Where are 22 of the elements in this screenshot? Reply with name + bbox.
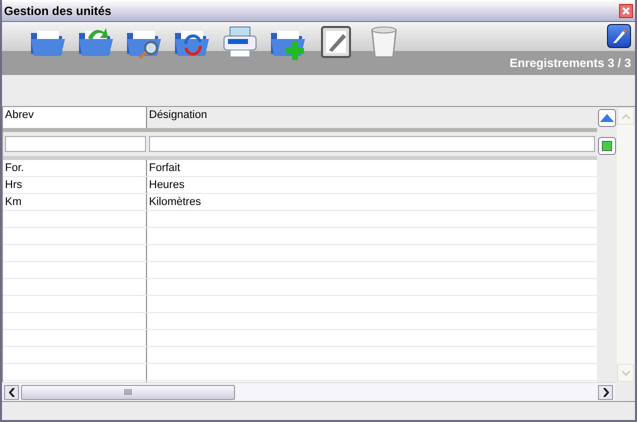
- horizontal-scrollbar[interactable]: [2, 382, 615, 401]
- column-header[interactable]: Abrev: [3, 107, 147, 128]
- grip-icon: [124, 389, 132, 395]
- table-cell-text: Forfait: [148, 161, 182, 176]
- column-header[interactable]: Désignation: [147, 107, 597, 128]
- close-icon: [621, 6, 631, 16]
- window-title: Gestion des unités: [4, 4, 112, 18]
- table-cell: Hrs: [3, 177, 147, 193]
- table-cell: Km: [3, 194, 147, 210]
- square-button[interactable]: [598, 137, 616, 155]
- table-cell-text: Kilomètres: [148, 195, 202, 210]
- up-triangle-icon: [600, 114, 614, 122]
- record-counter: Enregistrements 3 / 3: [510, 56, 631, 70]
- pen-button[interactable]: [607, 24, 631, 48]
- filter-field[interactable]: [5, 136, 146, 152]
- table-cell-text: Heures: [148, 178, 186, 193]
- scroll-right-icon[interactable]: [602, 388, 608, 396]
- filter-field[interactable]: [149, 136, 595, 152]
- scroll-left-icon[interactable]: [8, 388, 14, 396]
- close-button[interactable]: [619, 4, 633, 18]
- table-cell: For.: [3, 160, 147, 176]
- up-arrow-button[interactable]: [598, 109, 616, 127]
